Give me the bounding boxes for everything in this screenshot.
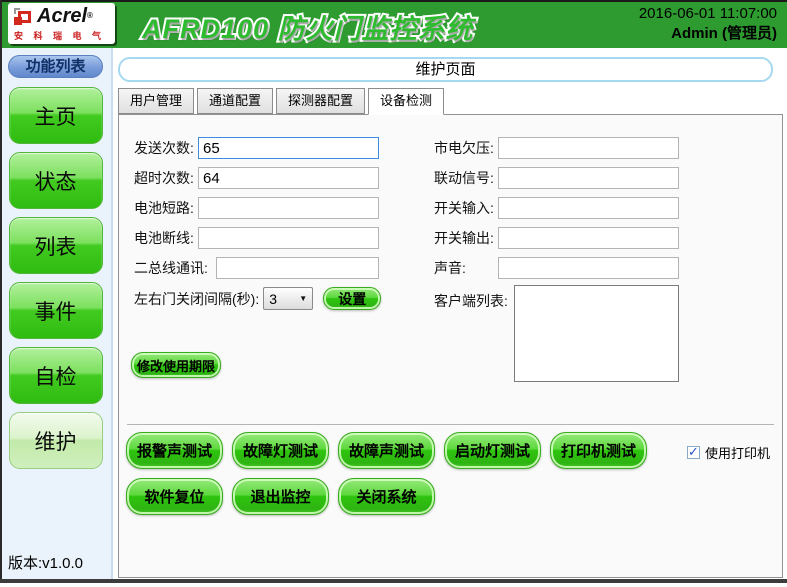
start-light-test-button[interactable]: 启动灯测试 xyxy=(444,432,541,469)
battery-break-input[interactable] xyxy=(198,227,379,249)
tab-device-detection[interactable]: 设备检测 xyxy=(368,88,444,115)
window-border-top xyxy=(0,0,787,2)
switch-output-label: 开关输出: xyxy=(434,228,498,248)
tab-channel-config[interactable]: 通道配置 xyxy=(197,88,273,114)
alarm-sound-test-button[interactable]: 报警声测试 xyxy=(126,432,223,469)
fault-light-test-button[interactable]: 故障灯测试 xyxy=(232,432,329,469)
door-interval-label: 左右门关闭间隔(秒): xyxy=(134,289,259,309)
window-border-bottom xyxy=(0,579,787,583)
sidebar: 功能列表 主页 状态 列表 事件 自检 维护 版本:v1.0.0 xyxy=(0,48,113,583)
linkage-signal-input[interactable] xyxy=(498,167,679,189)
battery-break-label: 电池断线: xyxy=(134,228,198,248)
test-button-row-1: 报警声测试 故障灯测试 故障声测试 启动灯测试 打印机测试 xyxy=(126,432,647,469)
page-title: 维护页面 xyxy=(118,57,773,82)
current-user-label: Admin (管理员) xyxy=(639,24,777,44)
use-printer-label: 使用打印机 xyxy=(705,443,770,462)
send-count-label: 发送次数: xyxy=(134,138,198,158)
app-window: Acrel® 安 科 瑞 电 气 AFRD100 防火门监控系统 2016-06… xyxy=(0,0,787,587)
test-button-row-2: 软件复位 退出监控 关闭系统 xyxy=(126,478,435,515)
tab-detector-config[interactable]: 探测器配置 xyxy=(276,88,365,114)
printer-test-button[interactable]: 打印机测试 xyxy=(550,432,647,469)
send-count-input[interactable] xyxy=(198,137,379,159)
brand-name: Acrel® xyxy=(37,6,93,26)
door-interval-row: 左右门关闭间隔(秒): 3 ▼ 设置 xyxy=(134,287,381,310)
switch-input-label: 开关输入: xyxy=(434,198,498,218)
tab-bar: 用户管理 通道配置 探测器配置 设备检测 xyxy=(118,88,447,115)
door-interval-value: 3 xyxy=(269,291,277,307)
mains-undervoltage-label: 市电欠压: xyxy=(434,138,498,158)
door-interval-select[interactable]: 3 ▼ xyxy=(263,287,313,310)
datetime-label: 2016-06-01 11:07:00 xyxy=(639,4,777,24)
version-label: 版本:v1.0.0 xyxy=(8,552,83,573)
modify-usage-period-button[interactable]: 修改使用期限 xyxy=(131,352,221,378)
timeout-count-input[interactable] xyxy=(198,167,379,189)
switch-output-input[interactable] xyxy=(498,227,679,249)
acrel-logo-icon xyxy=(14,8,34,27)
sidebar-item-maintenance[interactable]: 维护 xyxy=(9,412,103,469)
form-column-right: 市电欠压: 联动信号: 开关输入: 开关输出: 声音: 客户端列表: xyxy=(434,137,679,390)
two-bus-comm-input[interactable] xyxy=(216,257,379,279)
sidebar-item-events[interactable]: 事件 xyxy=(9,282,103,339)
client-list-label: 客户端列表: xyxy=(434,287,514,311)
exit-monitor-button[interactable]: 退出监控 xyxy=(232,478,329,515)
linkage-signal-label: 联动信号: xyxy=(434,168,498,188)
sidebar-item-selfcheck[interactable]: 自检 xyxy=(9,347,103,404)
client-listbox[interactable] xyxy=(514,285,679,382)
window-border-left xyxy=(0,0,2,583)
form-column-left: 发送次数: 超时次数: 电池短路: 电池断线: 二总线通讯: xyxy=(134,137,379,287)
sidebar-item-status[interactable]: 状态 xyxy=(9,152,103,209)
sound-input[interactable] xyxy=(498,257,679,279)
use-printer-checkbox[interactable] xyxy=(687,446,700,459)
section-divider xyxy=(127,424,774,425)
app-header: Acrel® 安 科 瑞 电 气 AFRD100 防火门监控系统 2016-06… xyxy=(0,0,787,48)
sidebar-item-home[interactable]: 主页 xyxy=(9,87,103,144)
shutdown-system-button[interactable]: 关闭系统 xyxy=(338,478,435,515)
device-detection-panel: 发送次数: 超时次数: 电池短路: 电池断线: 二总线通讯: 市电欠 xyxy=(118,114,783,578)
software-reset-button[interactable]: 软件复位 xyxy=(126,478,223,515)
acrel-logo: Acrel® 安 科 瑞 电 气 xyxy=(8,3,115,44)
tab-user-management[interactable]: 用户管理 xyxy=(118,88,194,114)
battery-short-input[interactable] xyxy=(198,197,379,219)
app-title: AFRD100 防火门监控系统 xyxy=(142,7,474,46)
two-bus-comm-label: 二总线通讯: xyxy=(134,258,216,278)
chevron-down-icon: ▼ xyxy=(299,294,307,303)
brand-subtitle: 安 科 瑞 电 气 xyxy=(14,29,110,42)
use-printer-checkbox-row[interactable]: 使用打印机 xyxy=(687,443,770,462)
set-button[interactable]: 设置 xyxy=(323,287,381,310)
sidebar-item-list[interactable]: 列表 xyxy=(9,217,103,274)
timeout-count-label: 超时次数: xyxy=(134,168,198,188)
battery-short-label: 电池短路: xyxy=(134,198,198,218)
switch-input-input[interactable] xyxy=(498,197,679,219)
fault-sound-test-button[interactable]: 故障声测试 xyxy=(338,432,435,469)
sidebar-header: 功能列表 xyxy=(8,55,103,78)
sound-label: 声音: xyxy=(434,258,498,278)
mains-undervoltage-input[interactable] xyxy=(498,137,679,159)
